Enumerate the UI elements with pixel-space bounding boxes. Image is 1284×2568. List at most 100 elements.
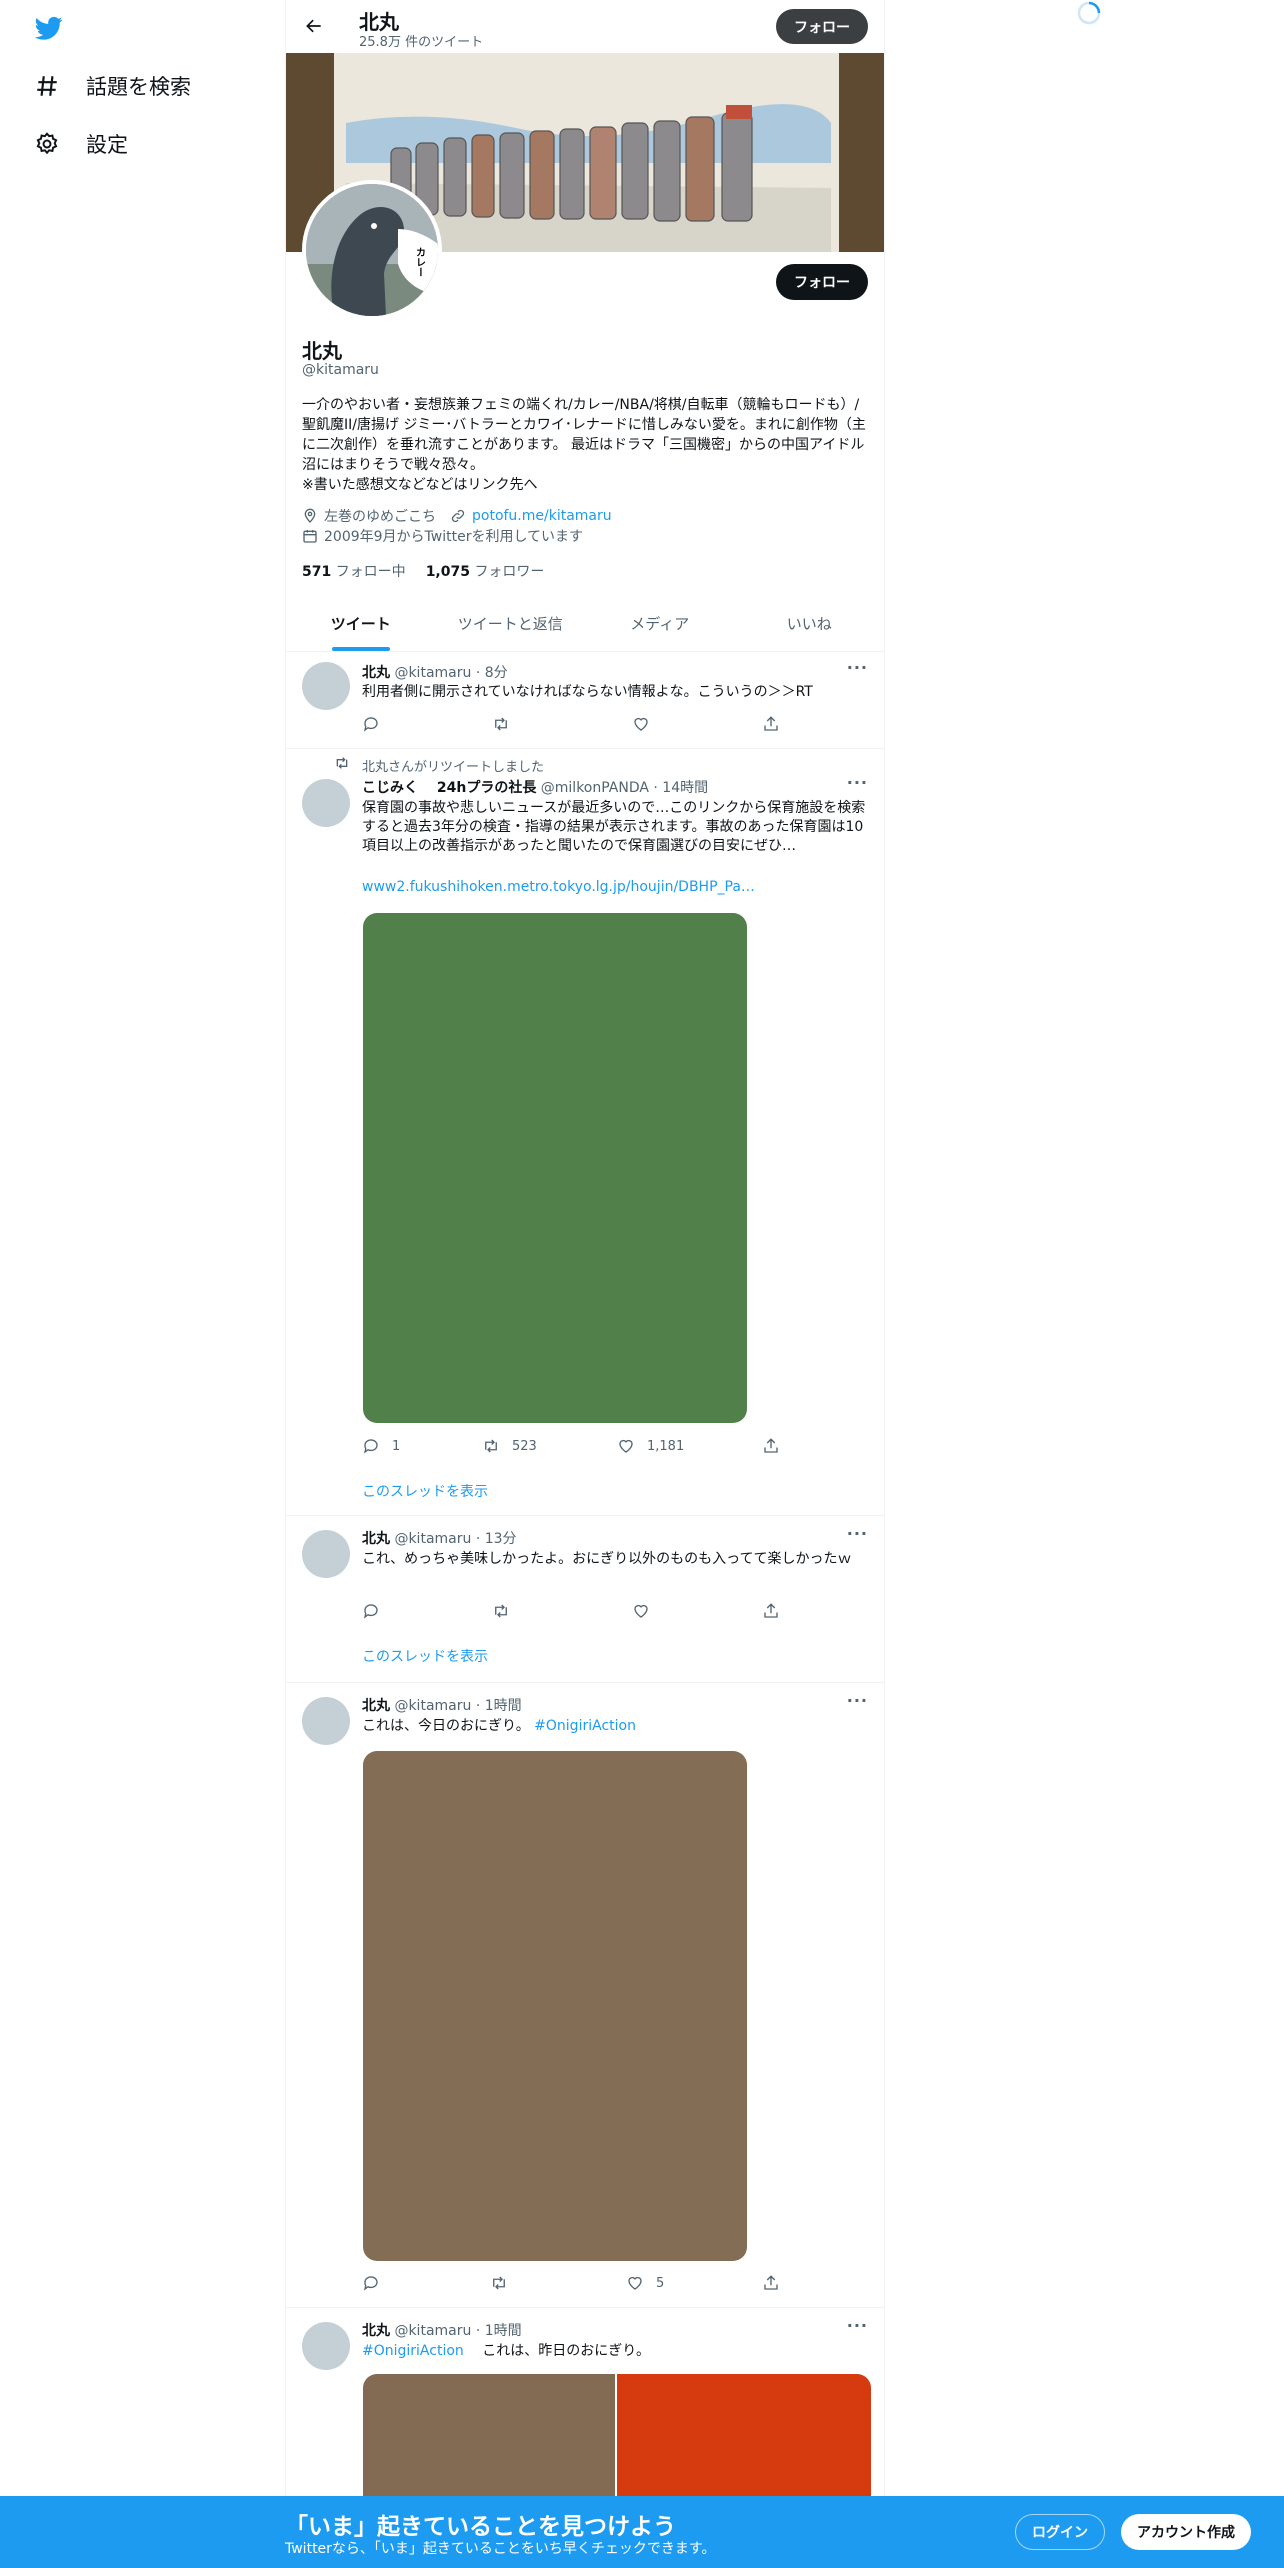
following-stat[interactable]: 571 フォロー中 xyxy=(302,561,406,581)
tab-media[interactable]: メディア xyxy=(585,596,735,651)
retweet-button[interactable] xyxy=(492,1602,522,1620)
more-options-icon[interactable]: ··· xyxy=(847,773,868,792)
retweet-icon xyxy=(493,2276,505,2290)
profile-location: 左巻のゆめごこち xyxy=(324,509,436,525)
header-follow-button[interactable]: フォロー xyxy=(776,9,868,44)
retweet-note[interactable]: 北丸さんがリツイートしました xyxy=(362,756,544,775)
tweet-header: 北丸 @kitamaru · 1時間 xyxy=(362,2320,522,2340)
heart-icon xyxy=(634,717,648,731)
profile-avatar[interactable]: カレー xyxy=(302,180,442,320)
like-button[interactable]: 5 xyxy=(626,2274,664,2292)
hashtag-link[interactable]: #OnigiriAction xyxy=(362,2343,464,2359)
signup-button[interactable]: アカウント作成 xyxy=(1121,2514,1251,2550)
reply-icon xyxy=(363,2276,378,2291)
reply-button[interactable] xyxy=(362,1602,392,1620)
tweet-author-name[interactable]: 北丸 xyxy=(362,2323,390,2339)
signup-prompt-subtitle: Twitterなら、「いま」起きていることをいち早くチェックできます。 xyxy=(285,2541,716,2557)
more-options-icon[interactable]: ··· xyxy=(847,658,868,677)
tweet-author-name[interactable]: 北丸 xyxy=(362,665,390,681)
share-icon xyxy=(764,1438,778,1453)
retweet-button[interactable] xyxy=(490,2274,520,2292)
tweet-author-name[interactable]: こじみく 24hプラの社長 xyxy=(362,780,536,796)
tweet-actions xyxy=(362,715,782,735)
login-button[interactable]: ログイン xyxy=(1015,2514,1105,2550)
tweet-header: 北丸 @kitamaru · 1時間 xyxy=(362,1695,522,1715)
profile-joined: 2009年9月からTwitterを利用しています xyxy=(324,529,584,545)
like-count: 5 xyxy=(656,2275,665,2291)
like-button[interactable]: 1,181 xyxy=(617,1437,684,1455)
share-button[interactable] xyxy=(762,715,780,733)
more-options-icon[interactable]: ··· xyxy=(847,2316,868,2335)
twitter-bird-icon[interactable] xyxy=(32,14,66,42)
tab-tweets-and-replies[interactable]: ツイートと返信 xyxy=(436,596,586,651)
retweet-icon xyxy=(336,757,348,769)
tweet-meta: @kitamaru · 13分 xyxy=(394,1531,517,1547)
location-pin-icon xyxy=(304,508,316,523)
retweet-button[interactable] xyxy=(492,715,522,733)
share-button[interactable] xyxy=(762,2274,780,2292)
tweet-text: 利用者側に開示されていなければならない情報よな。こういうの＞＞RT xyxy=(362,684,813,700)
hashtag-icon xyxy=(37,76,57,96)
tweet-item[interactable]: 北丸 @kitamaru · 13分 ··· これ、めっちゃ美味しかったよ。おに… xyxy=(286,1516,884,1683)
share-button[interactable] xyxy=(762,1437,780,1455)
retweet-icon xyxy=(485,1439,497,1453)
calendar-icon xyxy=(303,530,317,543)
profile-header-bar: 北丸 25.8万 件のツイート フォロー xyxy=(286,0,884,53)
reply-button[interactable] xyxy=(362,2274,392,2292)
show-thread-link[interactable]: このスレッドを表示 xyxy=(362,1646,488,1666)
tweet-meta: @milkonPANDA · 14時間 xyxy=(540,780,709,796)
signup-prompt-bar: 「いま」起きていることを見つけよう Twitterなら、「いま」起きていることを… xyxy=(0,2496,1284,2568)
main-column: 北丸 25.8万 件のツイート フォロー カレー フォロー 北丸 @kitama… xyxy=(285,0,885,2568)
loading-spinner-icon xyxy=(1074,0,1104,26)
nav-settings[interactable]: 設定 xyxy=(34,124,128,164)
reply-icon xyxy=(363,717,378,732)
tweet-item[interactable]: 北丸 @kitamaru · 1時間 ··· これは、今日のおにぎり。 #Oni… xyxy=(286,1683,884,2308)
tweet-actions: 5 xyxy=(362,2274,782,2294)
tab-likes[interactable]: いいね xyxy=(735,596,885,651)
more-options-icon[interactable]: ··· xyxy=(847,1524,868,1543)
tweet-avatar[interactable] xyxy=(302,779,350,827)
tweet-text: これ、めっちゃ美味しかったよ。おにぎり以外のものも入ってて楽しかったｗ xyxy=(362,1551,852,1567)
tweet-text: #OnigiriAction これは、昨日のおにぎり。 xyxy=(362,2343,650,2359)
profile-stats: 571 フォロー中 1,075 フォロワー xyxy=(302,561,544,581)
tweet-header: こじみく 24hプラの社長 @milkonPANDA · 14時間 xyxy=(362,777,708,797)
followers-stat[interactable]: 1,075 フォロワー xyxy=(426,561,545,581)
share-button[interactable] xyxy=(762,1602,780,1620)
nav-settings-label: 設定 xyxy=(86,133,128,157)
profile-url-link[interactable]: potofu.me/kitamaru xyxy=(472,508,612,524)
tweet-item[interactable]: 北丸 @kitamaru · 8分 ··· 利用者側に開示されていなければならな… xyxy=(286,652,884,749)
like-button[interactable] xyxy=(632,1602,662,1620)
tweet-url-link[interactable]: www2.fukushihoken.metro.tokyo.lg.jp/houj… xyxy=(362,879,755,895)
tweet-author-name[interactable]: 北丸 xyxy=(362,1698,390,1714)
tweet-media-image[interactable] xyxy=(363,913,747,1423)
tweet-media-image[interactable] xyxy=(363,1751,747,2261)
reply-button[interactable]: 1 xyxy=(362,1437,400,1455)
back-arrow-icon[interactable] xyxy=(300,12,328,40)
reply-count: 1 xyxy=(392,1438,401,1454)
tweet-text: これは、今日のおにぎり。 #OnigiriAction xyxy=(362,1718,636,1734)
tweet-author-name[interactable]: 北丸 xyxy=(362,1531,390,1547)
gear-icon xyxy=(36,132,58,155)
signup-prompt-title: 「いま」起きていることを見つけよう xyxy=(285,2514,676,2540)
tab-tweets[interactable]: ツイート xyxy=(286,596,436,651)
like-count: 1,181 xyxy=(647,1438,685,1454)
share-icon xyxy=(764,2275,778,2290)
like-button[interactable] xyxy=(632,715,662,733)
profile-follow-button[interactable]: フォロー xyxy=(776,264,868,300)
tweet-avatar[interactable] xyxy=(302,1697,350,1745)
profile-name: 北丸 xyxy=(302,339,342,363)
hashtag-link[interactable]: #OnigiriAction xyxy=(534,1718,636,1734)
more-options-icon[interactable]: ··· xyxy=(847,1691,868,1710)
link-icon xyxy=(451,509,465,523)
reply-button[interactable] xyxy=(362,715,392,733)
reply-icon xyxy=(363,1439,378,1454)
tweet-avatar[interactable] xyxy=(302,662,350,710)
tweet-avatar[interactable] xyxy=(302,2322,350,2370)
show-thread-link[interactable]: このスレッドを表示 xyxy=(362,1481,488,1501)
avatar-caption: カレー xyxy=(414,247,426,277)
retweet-button[interactable]: 523 xyxy=(482,1437,537,1455)
reply-icon xyxy=(363,1604,378,1619)
nav-explore[interactable]: 話題を検索 xyxy=(34,66,191,106)
tweet-avatar[interactable] xyxy=(302,1530,350,1578)
tweet-item[interactable]: 北丸さんがリツイートしました こじみく 24hプラの社長 @milkonPAND… xyxy=(286,749,884,1516)
